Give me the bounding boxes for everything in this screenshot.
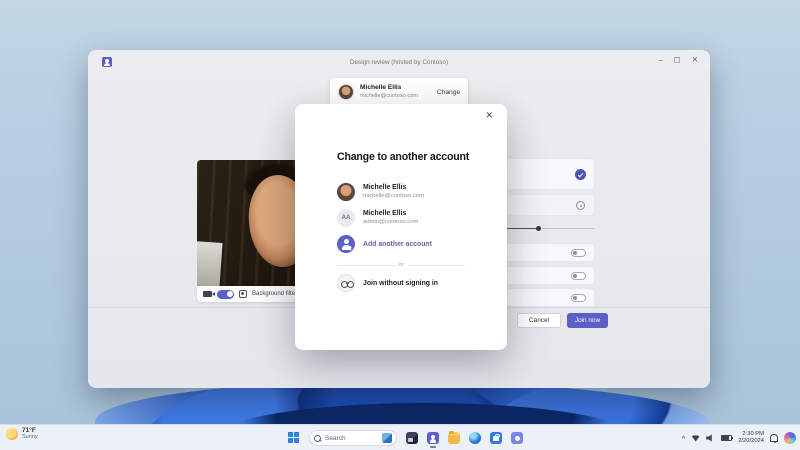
maximize-button[interactable]: ▢ <box>674 56 681 64</box>
cancel-button[interactable]: Cancel <box>517 313 561 328</box>
weather-temperature: 71°F <box>22 427 36 434</box>
camera-icon <box>203 291 215 297</box>
avatar-initials: AA <box>337 209 355 227</box>
change-account-dialog: ✕ Change to another account Michelle Ell… <box>295 104 507 350</box>
system-tray: ^ 2:30 PM 2/20/2024 <box>682 425 796 450</box>
guest-join-label: Join without signing in <box>363 279 439 287</box>
window-title: Design review (hosted by Contoso) <box>350 59 448 66</box>
search-placeholder: Search <box>325 434 346 442</box>
background-filters-label[interactable]: Background filters <box>252 291 300 297</box>
account-email: michelle@contoso.com <box>363 192 424 199</box>
option-toggle[interactable] <box>571 272 586 280</box>
tray-time: 2:30 PM <box>742 431 764 438</box>
option-toggle[interactable] <box>571 249 586 257</box>
account-option[interactable]: Michelle Ellis michelle@contoso.com <box>337 183 424 201</box>
selected-check-icon <box>575 169 586 180</box>
account-option[interactable]: AA Michelle Ellis admin@contoso.com <box>337 209 418 227</box>
tray-date: 2/20/2024 <box>738 438 764 444</box>
divider-line <box>337 264 395 266</box>
search-highlights-icon <box>382 433 392 443</box>
banner-account-name: Michelle Ellis <box>360 84 402 92</box>
store-icon[interactable] <box>490 432 502 444</box>
add-account-option[interactable]: + Add another account <box>337 235 432 253</box>
join-without-signing-in-option[interactable]: Join without signing in <box>337 274 438 292</box>
notifications-bell-icon[interactable] <box>770 434 778 443</box>
close-button[interactable]: ✕ <box>692 56 698 64</box>
option-toggle[interactable] <box>571 294 586 302</box>
join-now-button[interactable]: Join now <box>567 313 608 328</box>
dialog-title: Change to another account <box>337 151 470 163</box>
avatar <box>337 183 355 201</box>
background-filters-icon <box>239 290 247 298</box>
active-app-indicator <box>430 446 436 448</box>
slider-knob[interactable] <box>536 226 541 231</box>
desktop: Design review (hosted by Contoso) – ▢ ✕ … <box>0 0 800 450</box>
edge-icon[interactable] <box>469 432 481 444</box>
volume-icon[interactable] <box>706 434 712 442</box>
search-box[interactable]: Search <box>309 430 397 446</box>
account-name: Michelle Ellis <box>363 209 407 217</box>
sun-icon <box>6 427 18 440</box>
task-view-icon[interactable] <box>406 432 418 444</box>
device-settings-icon <box>576 201 585 210</box>
or-divider: or <box>337 261 466 269</box>
search-icon <box>314 434 321 442</box>
dialog-close-icon[interactable]: ✕ <box>485 111 493 120</box>
incognito-glasses-icon <box>337 274 355 292</box>
plus-icon: + <box>348 244 353 251</box>
office-icon[interactable] <box>511 432 523 444</box>
hidden-icons-chevron[interactable]: ^ <box>682 436 685 443</box>
account-email: admin@contoso.com <box>363 218 419 225</box>
taskbar: 71°F Sunny Search ^ 2:30 PM 2/20/2024 <box>0 424 800 450</box>
wifi-icon[interactable] <box>691 435 701 442</box>
weather-widget[interactable]: 71°F Sunny <box>6 427 38 440</box>
avatar <box>338 84 354 100</box>
account-name: Michelle Ellis <box>363 183 407 191</box>
battery-icon[interactable] <box>721 435 734 441</box>
divider-line <box>407 264 466 266</box>
file-explorer-icon[interactable] <box>448 431 460 444</box>
add-account-label: Add another account <box>363 240 432 248</box>
minimize-button[interactable]: – <box>658 56 662 64</box>
teams-icon[interactable] <box>427 432 439 444</box>
clock[interactable]: 2:30 PM 2/20/2024 <box>738 431 764 444</box>
banner-account-email: michelle@contoso.com <box>360 92 418 99</box>
window-titlebar[interactable]: Design review (hosted by Contoso) – ▢ ✕ <box>88 50 710 74</box>
weather-condition: Sunny <box>22 434 38 441</box>
copilot-icon[interactable] <box>784 432 796 444</box>
change-account-button[interactable]: Change <box>431 89 460 96</box>
camera-toggle[interactable] <box>217 289 234 299</box>
teams-logo-icon <box>102 57 112 67</box>
add-account-icon: + <box>337 235 355 253</box>
start-button[interactable] <box>288 432 300 444</box>
account-banner: Michelle Ellis michelle@contoso.com Chan… <box>330 78 468 106</box>
or-label: or <box>398 262 404 268</box>
